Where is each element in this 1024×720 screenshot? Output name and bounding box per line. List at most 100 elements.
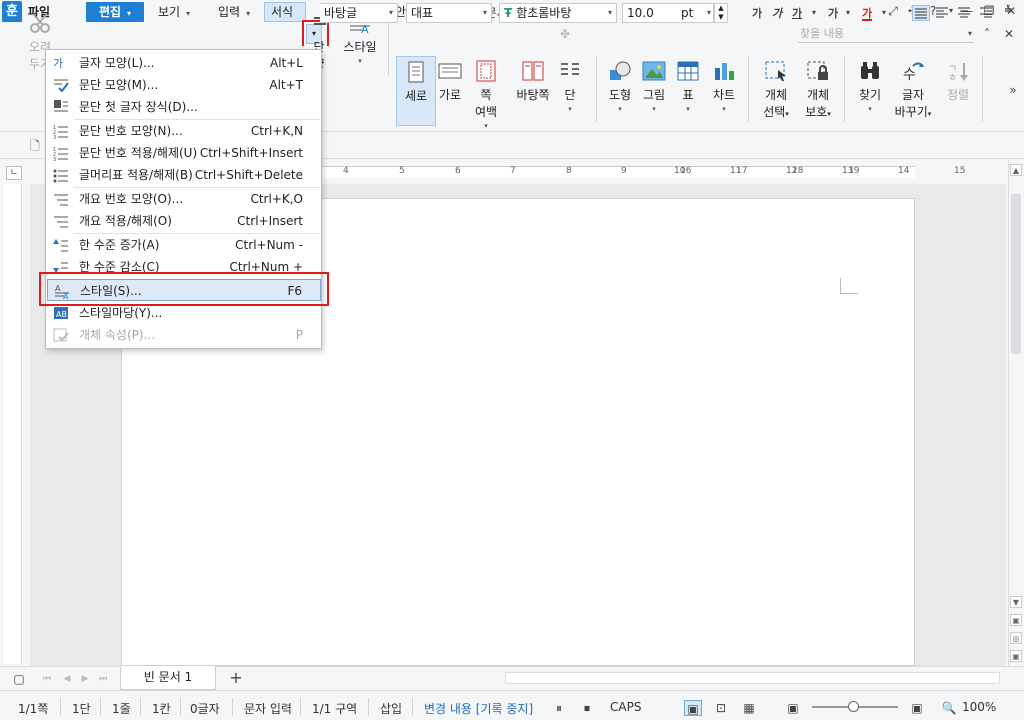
underline-button[interactable]: 가 <box>792 5 802 21</box>
menu-item-object-properties[interactable]: 개체 속성(P)... P <box>47 324 321 346</box>
sort-button[interactable]: ㄱㅎ 정렬 <box>938 56 978 128</box>
scroll-up-icon[interactable]: ▲ <box>1010 164 1022 176</box>
font-combo[interactable]: Ŧ 함초롬바탕 ▾ <box>499 3 617 23</box>
status-caps: CAPS <box>610 700 642 714</box>
align-center-icon[interactable] <box>956 5 972 21</box>
first-tab-icon[interactable]: ⏮ <box>38 671 56 687</box>
menu-item-outline-number-shape[interactable]: 개요 번호 모양(O)... Ctrl+K,O <box>47 188 321 210</box>
protect-object-button[interactable]: 개체 보호▾ <box>798 56 838 128</box>
puzzle-icon[interactable]: ✤ <box>556 26 574 42</box>
strikethrough-button[interactable]: 가 <box>828 5 838 21</box>
zoom-level[interactable]: 100% <box>962 700 996 714</box>
style-combo[interactable]: 바탕글 ▾ <box>320 3 398 23</box>
bold-button[interactable]: 가 <box>752 5 762 21</box>
last-tab-icon[interactable]: ⏭ <box>94 671 112 687</box>
menu-edit[interactable]: 편집 ▾ <box>86 2 144 22</box>
status-section: 1/1 구역 <box>312 702 358 716</box>
find-button[interactable]: 찾기 ▾ <box>850 56 890 128</box>
menu-item-bullet-toggle[interactable]: 글머리표 적용/해제(B) Ctrl+Shift+Delete <box>47 164 321 186</box>
menu-format[interactable]: 서식 <box>264 2 306 22</box>
chevron-down-icon: ▾ <box>706 8 711 17</box>
ribbon-separator <box>982 56 983 122</box>
horizontal-scrollbar[interactable] <box>505 672 1000 684</box>
chevron-down-icon[interactable]: ▾ <box>846 8 850 24</box>
ruler-tick: 17 <box>736 166 748 176</box>
lock-object-icon <box>806 60 830 82</box>
pause-icon[interactable]: ⏸ <box>550 700 568 716</box>
fit-page-icon[interactable]: ▦ <box>740 700 758 716</box>
italic-button[interactable]: 가 <box>772 5 782 21</box>
font-size-combo[interactable]: 10.0 pt ▾ <box>622 3 714 23</box>
font-color-button[interactable]: 가 <box>862 5 873 21</box>
outline-list-icon <box>53 213 69 229</box>
font-size-stepper[interactable]: ▲ ▼ <box>714 3 728 23</box>
collapse-ribbon-icon[interactable]: ˄ <box>978 26 996 42</box>
zoom-out-icon[interactable]: ▣ <box>784 700 802 716</box>
chevron-down-icon[interactable]: ▾ <box>812 8 816 24</box>
replace-button[interactable]: 수 글자 바꾸기▾ <box>890 56 936 128</box>
stop-icon[interactable]: ⏹ <box>578 700 596 716</box>
page-margin-button[interactable]: 쪽 여백 ▾ <box>466 56 506 130</box>
toolbar-more-icon[interactable]: ≚ <box>1004 5 1012 21</box>
menu-item-para-number-toggle[interactable]: 123 문단 번호 적용/해제(U) Ctrl+Shift+Insert <box>47 142 321 164</box>
language-combo[interactable]: 대표 ▾ <box>406 3 492 23</box>
search-input[interactable]: 찾을 내용 ▾ <box>798 25 974 43</box>
prev-tab-icon[interactable]: ◀ <box>58 671 76 687</box>
prev-page-icon[interactable]: ▣ <box>1010 614 1022 626</box>
status-track-changes[interactable]: 변경 내용 [기록 중지] <box>424 700 533 717</box>
fullscreen-icon[interactable]: ⤢ <box>884 3 902 19</box>
add-tab-button[interactable]: + <box>224 668 248 688</box>
svg-text:AB: AB <box>56 310 67 319</box>
picture-icon <box>642 60 666 82</box>
ribbon-more-icon[interactable]: » <box>1004 82 1022 98</box>
menu-item-outline-toggle[interactable]: 개요 적용/해제(O) Ctrl+Insert <box>47 210 321 232</box>
scissors-icon <box>28 12 52 34</box>
chevron-down-icon: ▾ <box>607 8 612 17</box>
fit-width-icon[interactable]: ⊡ <box>712 700 730 716</box>
chevron-down-icon: ▾ <box>568 105 572 113</box>
scroll-down-icon[interactable]: ▼ <box>1010 596 1022 608</box>
menu-item-drop-cap[interactable]: 문단 첫 글자 장식(D)... <box>47 96 321 118</box>
new-document-icon[interactable]: 🗋 <box>26 138 44 154</box>
svg-text:수: 수 <box>903 67 916 82</box>
justify-align-icon[interactable] <box>912 5 930 21</box>
menu-input[interactable]: 입력 ▾ <box>212 2 256 22</box>
menu-view[interactable]: 보기 ▾ <box>152 2 196 22</box>
next-tab-icon[interactable]: ▶ <box>76 671 94 687</box>
portrait-page-icon <box>404 61 428 83</box>
menu-item-char-shape[interactable]: 가 글자 모양(L)... Alt+L <box>47 52 321 74</box>
select-object-button[interactable]: 개체 선택▾ <box>756 56 796 128</box>
align-left-icon[interactable] <box>934 5 950 21</box>
layout-icon[interactable]: ▢ <box>10 671 28 687</box>
close-doc-icon[interactable]: ✕ <box>1000 26 1018 42</box>
status-input-mode[interactable]: 문자 입력 <box>244 700 292 717</box>
landscape-button[interactable]: 가로 <box>430 56 470 128</box>
chevron-down-icon[interactable]: ▾ <box>882 8 886 24</box>
zoom-in-icon[interactable]: ▣ <box>908 700 926 716</box>
ruler-tick: 19 <box>848 166 860 176</box>
chevron-down-icon: ▾ <box>686 105 690 113</box>
status-insert-mode[interactable]: 삽입 <box>380 700 402 717</box>
chart-icon <box>712 60 736 82</box>
scrollbar-thumb[interactable] <box>1011 194 1021 354</box>
tab-document-1[interactable]: 빈 문서 1 <box>120 666 216 690</box>
columns-button[interactable]: 단 ▾ <box>550 56 590 128</box>
align-right-icon[interactable] <box>978 5 994 21</box>
chart-button[interactable]: 차트 ▾ <box>704 56 744 128</box>
menu-item-para-shape[interactable]: 문단 모양(M)... Alt+T <box>47 74 321 96</box>
table-button[interactable]: 표 ▾ <box>668 56 708 128</box>
menu-item-para-number-shape[interactable]: 123 문단 번호 모양(N)... Ctrl+K,N <box>47 120 321 142</box>
vertical-ruler <box>4 184 22 664</box>
columns-icon <box>558 60 582 82</box>
page-nav-icon[interactable]: ◎ <box>1010 632 1022 644</box>
next-page-icon[interactable]: ▣ <box>1010 650 1022 662</box>
zoom-slider-handle[interactable] <box>848 701 859 712</box>
magnifier-icon[interactable]: 🔍 <box>940 700 958 716</box>
drop-cap-icon <box>53 99 69 115</box>
status-line: 1줄 <box>112 702 131 716</box>
tab-stop-selector[interactable]: ∟ <box>6 166 22 180</box>
svg-text:ㅎ: ㅎ <box>948 73 957 82</box>
page-view-icon[interactable]: ▣ <box>684 700 702 716</box>
bullet-list-icon <box>53 167 69 183</box>
menu-item-level-up[interactable]: 한 수준 증가(A) Ctrl+Num - <box>47 234 321 256</box>
